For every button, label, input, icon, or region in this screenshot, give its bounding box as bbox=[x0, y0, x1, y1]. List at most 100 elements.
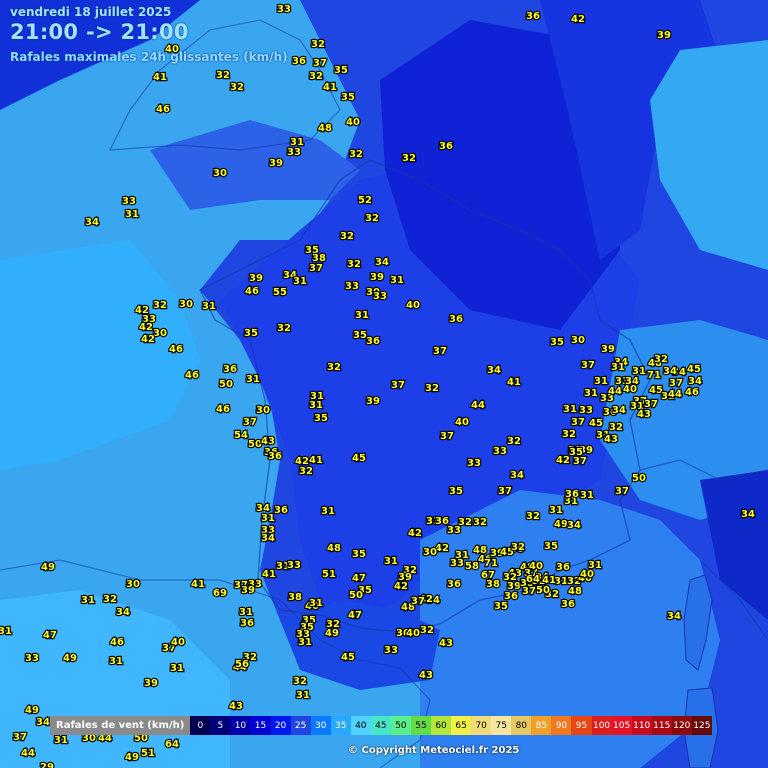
station-value: 43 bbox=[229, 701, 243, 712]
station-value: 41 bbox=[309, 455, 323, 466]
forecast-time: 21:00 -> 21:00 bbox=[10, 20, 189, 44]
station-value: 50 bbox=[632, 473, 646, 484]
station-value: 46 bbox=[156, 104, 170, 115]
station-value: 37 bbox=[669, 378, 683, 389]
station-value: 49 bbox=[554, 519, 568, 530]
station-value: 33 bbox=[447, 525, 461, 536]
station-value: 37 bbox=[433, 346, 447, 357]
station-value: 34 bbox=[261, 533, 275, 544]
legend-step: 50 bbox=[390, 716, 411, 735]
station-value: 35 bbox=[314, 413, 328, 424]
station-value: 42 bbox=[139, 322, 153, 333]
station-value: 34 bbox=[567, 520, 581, 531]
station-value: 34 bbox=[741, 509, 755, 520]
station-value: 36 bbox=[565, 489, 579, 500]
station-value: 46 bbox=[169, 344, 183, 355]
station-value: 42 bbox=[571, 14, 585, 25]
station-value: 34 bbox=[375, 257, 389, 268]
legend-step: 15 bbox=[250, 716, 271, 735]
station-value: 40 bbox=[529, 561, 543, 572]
station-value: 30 bbox=[571, 335, 585, 346]
station-value: 47 bbox=[352, 573, 366, 584]
station-value: 69 bbox=[213, 588, 227, 599]
station-value: 31 bbox=[298, 637, 312, 648]
station-value: 47 bbox=[348, 610, 362, 621]
legend-step: 55 bbox=[410, 716, 432, 735]
station-value: 31 bbox=[125, 209, 139, 220]
station-value: 32 bbox=[347, 259, 361, 270]
station-value: 42 bbox=[394, 581, 408, 592]
station-value: 32 bbox=[293, 676, 307, 687]
station-value: 35 bbox=[352, 549, 366, 560]
station-value: 32 bbox=[277, 323, 291, 334]
station-value: 31 bbox=[594, 376, 608, 387]
station-value: 33 bbox=[277, 4, 291, 15]
station-value: 37 bbox=[411, 596, 425, 607]
station-value: 49 bbox=[25, 705, 39, 716]
station-value: 39 bbox=[144, 678, 158, 689]
station-value: 36 bbox=[561, 599, 575, 610]
legend-step: 40 bbox=[350, 716, 371, 735]
station-value: 48 bbox=[568, 586, 582, 597]
station-value: 37 bbox=[615, 486, 629, 497]
station-value: 31 bbox=[549, 505, 563, 516]
station-value: 33 bbox=[579, 405, 593, 416]
station-value: 36 bbox=[447, 579, 461, 590]
station-value: 32 bbox=[299, 466, 313, 477]
station-value: 41 bbox=[153, 72, 167, 83]
legend-step: 45 bbox=[370, 716, 391, 735]
station-value: 32 bbox=[562, 429, 576, 440]
station-value: 35 bbox=[494, 601, 508, 612]
legend-step: 105 bbox=[611, 716, 632, 735]
station-value: 33 bbox=[287, 560, 301, 571]
station-value: 33 bbox=[384, 645, 398, 656]
station-value: 67 bbox=[481, 570, 495, 581]
station-value: 39 bbox=[241, 585, 255, 596]
station-value: 34 bbox=[612, 405, 626, 416]
station-value: 31 bbox=[384, 556, 398, 567]
station-value: 40 bbox=[346, 117, 360, 128]
station-value: 32 bbox=[402, 153, 416, 164]
station-value: 32 bbox=[507, 436, 521, 447]
station-value: 39 bbox=[370, 272, 384, 283]
station-value: 37 bbox=[13, 732, 27, 743]
station-value: 32 bbox=[340, 231, 354, 242]
station-value: 36 bbox=[526, 11, 540, 22]
station-value: 43 bbox=[604, 434, 618, 445]
legend-step: 65 bbox=[451, 716, 472, 735]
station-value: 30 bbox=[126, 579, 140, 590]
station-value: 35 bbox=[353, 330, 367, 341]
station-value: 33 bbox=[467, 458, 481, 469]
station-value: 32 bbox=[153, 300, 167, 311]
station-value: 48 bbox=[327, 543, 341, 554]
station-value: 34 bbox=[663, 366, 677, 377]
station-value: 32 bbox=[326, 619, 340, 630]
station-value: 33 bbox=[122, 196, 136, 207]
map-canvas: 3336 4239324036 3732 3541 324632 413540483133… bbox=[0, 0, 768, 768]
station-value: 46 bbox=[110, 637, 124, 648]
legend-step: 85 bbox=[531, 716, 552, 735]
station-value: 32 bbox=[349, 149, 363, 160]
station-value: 36 bbox=[366, 336, 380, 347]
legend-step: 80 bbox=[511, 716, 532, 735]
station-value: 40 bbox=[580, 569, 594, 580]
legend-step: 90 bbox=[551, 716, 572, 735]
station-value: 36 bbox=[504, 591, 518, 602]
station-value: 32 bbox=[425, 383, 439, 394]
station-value: 33 bbox=[287, 147, 301, 158]
station-value: 31 bbox=[202, 301, 216, 312]
station-value: 31 bbox=[580, 490, 594, 501]
station-value: 37 bbox=[440, 431, 454, 442]
station-value: 34 bbox=[487, 365, 501, 376]
station-value: 46 bbox=[216, 404, 230, 415]
station-value: 49 bbox=[63, 653, 77, 664]
station-value: 58 bbox=[465, 561, 479, 572]
station-value: 37 bbox=[391, 380, 405, 391]
station-value: 35 bbox=[449, 486, 463, 497]
station-value: 36 bbox=[274, 505, 288, 516]
station-value: 43 bbox=[637, 409, 651, 420]
legend-step: 75 bbox=[491, 716, 512, 735]
station-value: 35 bbox=[550, 337, 564, 348]
station-value: 48 bbox=[318, 123, 332, 134]
station-value: 31 bbox=[0, 626, 12, 637]
